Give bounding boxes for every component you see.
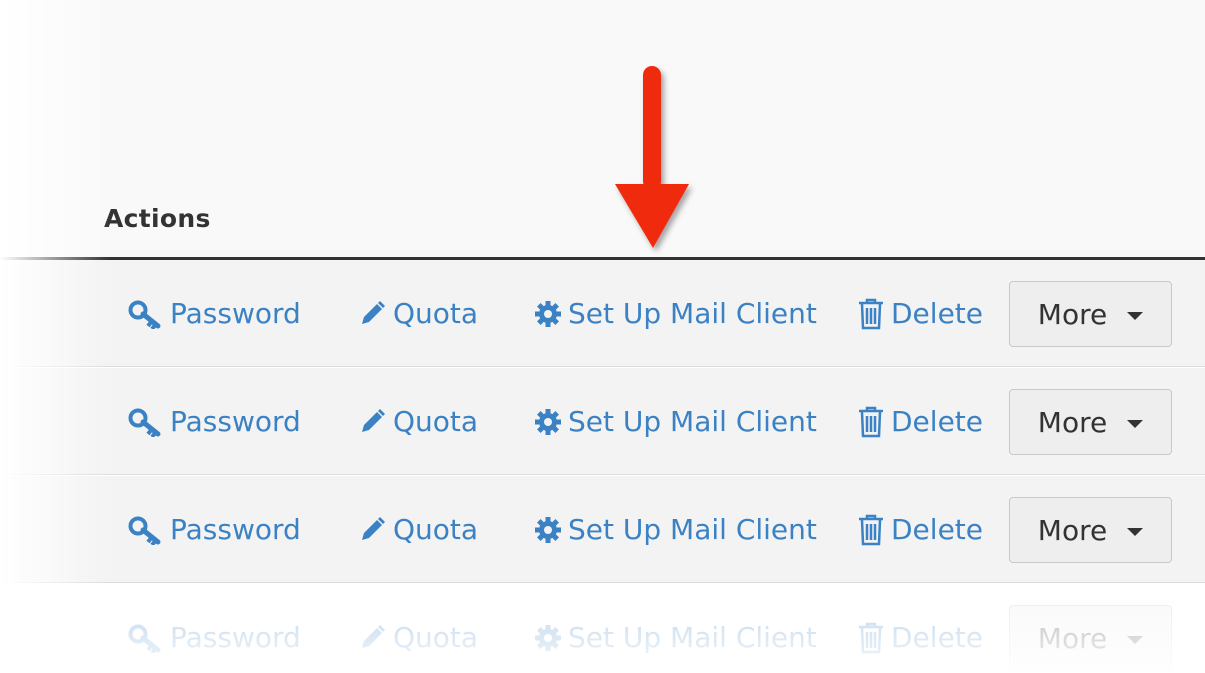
delete-label: Delete (891, 513, 983, 546)
set-up-mail-client-label: Set Up Mail Client (568, 405, 817, 438)
table-row: Password Quota Set Up Mail Client Delete… (0, 584, 1205, 673)
quota-link[interactable]: Quota (357, 476, 478, 583)
password-label: Password (170, 405, 301, 438)
key-icon (128, 515, 164, 545)
set-up-mail-client-label: Set Up Mail Client (568, 621, 817, 654)
caret-down-icon (1127, 527, 1144, 536)
table-row: Password Quota Set Up Mail Client Delete… (0, 368, 1205, 475)
actions-column-header: Actions (104, 204, 211, 233)
quota-label: Quota (393, 297, 479, 330)
table-row: Password Quota Set Up Mail Client Delete… (0, 476, 1205, 583)
set-up-mail-client-link[interactable]: Set Up Mail Client (534, 368, 817, 475)
password-label: Password (170, 297, 301, 330)
password-link[interactable]: Password (128, 476, 301, 583)
set-up-mail-client-link[interactable]: Set Up Mail Client (534, 584, 817, 673)
quota-link[interactable]: Quota (357, 260, 478, 367)
table-row: Password Quota Set Up Mail Client Delete… (0, 260, 1205, 367)
more-label: More (1037, 621, 1108, 655)
gear-icon (534, 624, 562, 652)
trash-icon (857, 298, 885, 330)
more-label: More (1037, 405, 1108, 439)
more-dropdown-button[interactable]: More (1009, 605, 1172, 671)
set-up-mail-client-label: Set Up Mail Client (568, 513, 817, 546)
trash-icon (857, 622, 885, 654)
table-header: Actions (0, 0, 1205, 258)
password-link[interactable]: Password (128, 368, 301, 475)
delete-label: Delete (891, 297, 983, 330)
caret-down-icon (1127, 419, 1144, 428)
caret-down-icon (1127, 311, 1144, 320)
delete-label: Delete (891, 405, 983, 438)
quota-link[interactable]: Quota (357, 584, 478, 673)
quota-label: Quota (393, 405, 479, 438)
gear-icon (534, 408, 562, 436)
trash-icon (857, 406, 885, 438)
arrow-down-icon (615, 66, 689, 248)
more-label: More (1037, 513, 1108, 547)
pencil-icon (357, 407, 387, 437)
delete-link[interactable]: Delete (857, 260, 983, 367)
password-link[interactable]: Password (128, 584, 301, 673)
pencil-icon (357, 515, 387, 545)
key-icon (128, 299, 164, 329)
password-label: Password (170, 621, 301, 654)
set-up-mail-client-link[interactable]: Set Up Mail Client (534, 476, 817, 583)
key-icon (128, 623, 164, 653)
set-up-mail-client-label: Set Up Mail Client (568, 297, 817, 330)
trash-icon (857, 514, 885, 546)
delete-link[interactable]: Delete (857, 368, 983, 475)
quota-label: Quota (393, 621, 479, 654)
caret-down-icon (1127, 635, 1144, 644)
set-up-mail-client-link[interactable]: Set Up Mail Client (534, 260, 817, 367)
more-dropdown-button[interactable]: More (1009, 497, 1172, 563)
quota-link[interactable]: Quota (357, 368, 478, 475)
password-link[interactable]: Password (128, 260, 301, 367)
key-icon (128, 407, 164, 437)
gear-icon (534, 516, 562, 544)
gear-icon (534, 300, 562, 328)
pencil-icon (357, 623, 387, 653)
more-dropdown-button[interactable]: More (1009, 389, 1172, 455)
delete-link[interactable]: Delete (857, 584, 983, 673)
delete-label: Delete (891, 621, 983, 654)
quota-label: Quota (393, 513, 479, 546)
pencil-icon (357, 299, 387, 329)
password-label: Password (170, 513, 301, 546)
more-dropdown-button[interactable]: More (1009, 281, 1172, 347)
more-label: More (1037, 297, 1108, 331)
delete-link[interactable]: Delete (857, 476, 983, 583)
actions-table-screenshot: Actions Password Quota Set Up Mail Clien… (0, 0, 1205, 673)
